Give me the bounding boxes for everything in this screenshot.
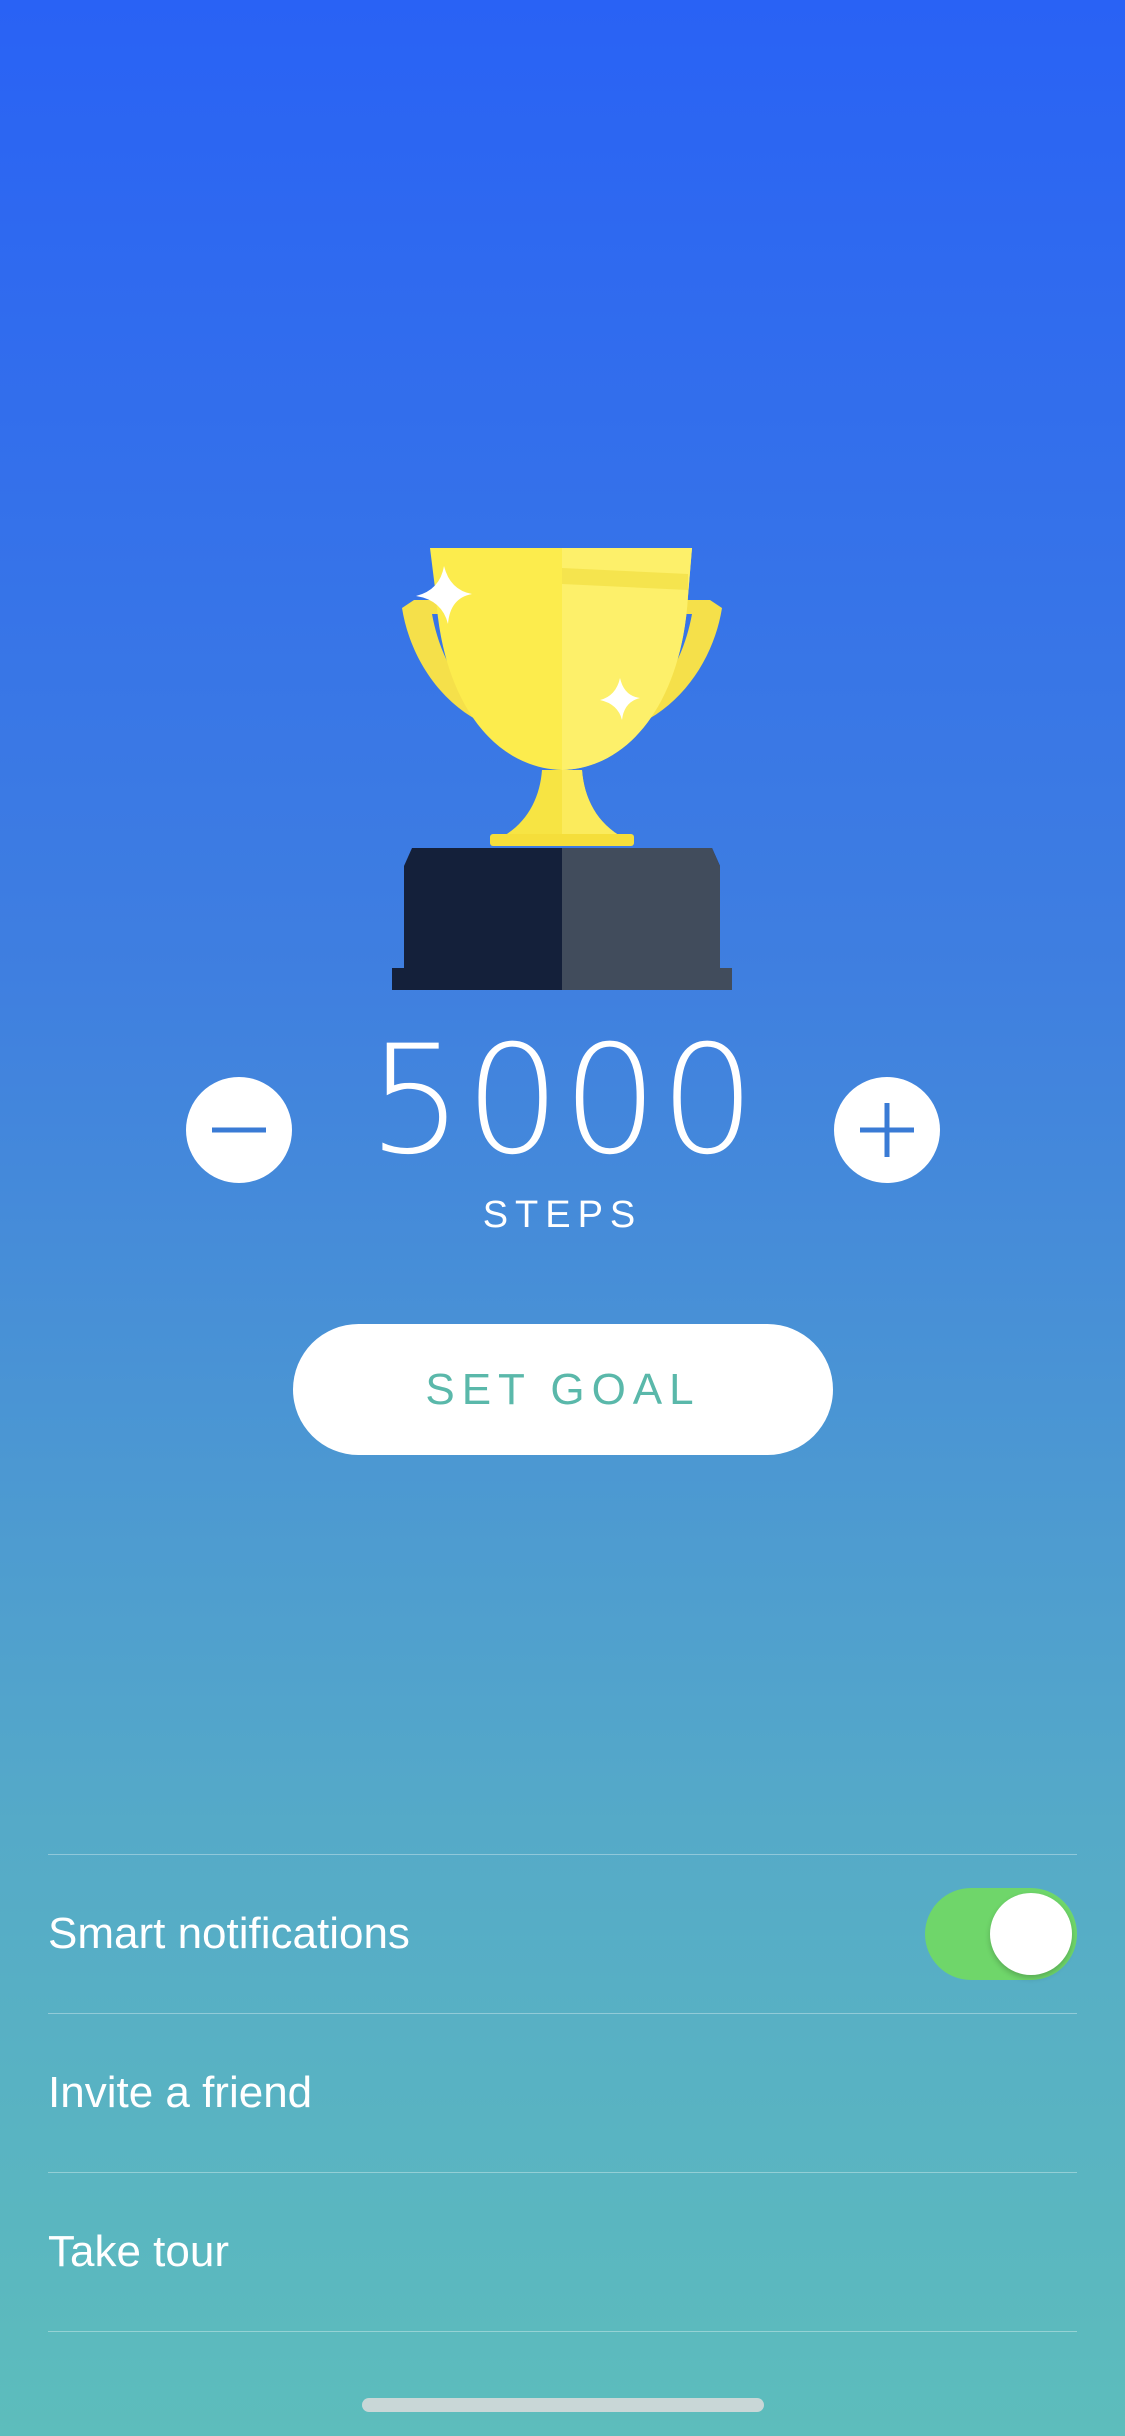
increase-goal-button[interactable] — [834, 1077, 940, 1183]
settings-item-label: Invite a friend — [48, 2068, 313, 2117]
goal-value: 5000 — [367, 1014, 758, 1188]
settings-item-take-tour[interactable]: Take tour — [48, 2172, 1077, 2332]
toggle-knob — [990, 1893, 1072, 1975]
goal-unit-label: STEPS — [482, 1194, 643, 1236]
settings-item-smart-notifications[interactable]: Smart notifications — [48, 1854, 1077, 2013]
set-goal-button[interactable]: SET GOAL — [293, 1324, 833, 1455]
settings-item-label: Take tour — [48, 2227, 229, 2276]
settings-item-label: Smart notifications — [48, 1909, 410, 1958]
goal-screen: 5000 STEPS SET GOAL Smart notifications … — [0, 0, 1125, 2436]
decrease-goal-button[interactable] — [186, 1077, 292, 1183]
settings-list: Smart notifications Invite a friend Take… — [48, 1854, 1077, 2332]
settings-item-invite-friend[interactable]: Invite a friend — [48, 2013, 1077, 2172]
trophy-icon — [392, 548, 732, 990]
home-indicator[interactable] — [362, 2398, 764, 2412]
plus-icon — [860, 1103, 914, 1157]
smart-notifications-toggle[interactable] — [925, 1888, 1077, 1980]
minus-icon — [212, 1127, 266, 1133]
